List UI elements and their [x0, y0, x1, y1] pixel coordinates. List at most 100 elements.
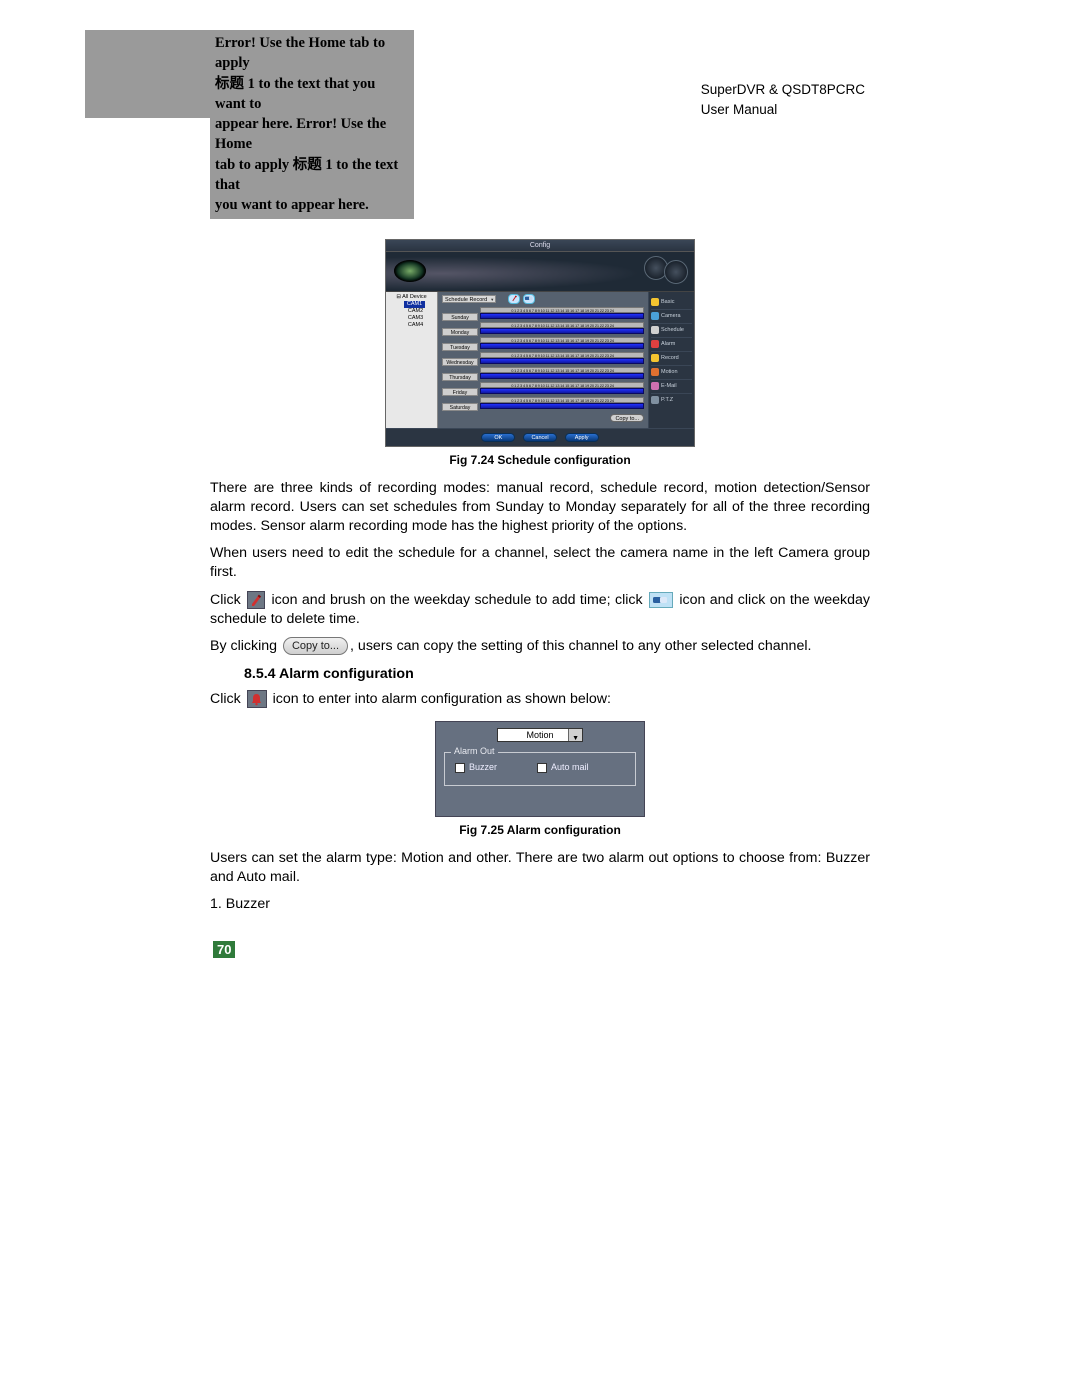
paragraph-recording-modes: There are three kinds of recording modes…: [210, 479, 870, 537]
side-nav-icon: [651, 382, 659, 390]
side-nav-label: Alarm: [661, 341, 675, 347]
tree-root[interactable]: ⊟ All Device: [388, 294, 435, 300]
side-nav-item[interactable]: E-Mail: [651, 379, 692, 393]
side-nav-item[interactable]: Record: [651, 351, 692, 365]
day-label: Thursday: [442, 373, 478, 381]
alarm-type-value: Motion: [526, 730, 553, 740]
day-label: Sunday: [442, 313, 478, 321]
error-placeholder-box: Error! Use the Home tab to apply 标题 1 to…: [210, 30, 414, 219]
day-label: Wednesday: [442, 358, 478, 366]
side-nav-item[interactable]: Basic: [651, 295, 692, 309]
header-left-bar: [85, 30, 210, 118]
day-label: Tuesday: [442, 343, 478, 351]
side-nav-label: P.T.Z: [661, 397, 673, 403]
error-line2-cn: 标题: [215, 76, 244, 92]
figure-alarm-config: Motion ▼ Alarm Out Buzzer Auto mail Fi: [210, 721, 870, 837]
side-nav-item[interactable]: P.T.Z: [651, 393, 692, 407]
error-line3: appear here. Error! Use the Home: [215, 116, 386, 152]
tree-cam3[interactable]: CAM3: [388, 315, 435, 322]
schedule-day-row: 0 1 2 3 4 5 6 7 8 9 10 11 12 13 14 15 16…: [442, 367, 644, 381]
side-nav-item[interactable]: Alarm: [651, 337, 692, 351]
side-nav-icon: [651, 354, 659, 362]
schedule-bar[interactable]: [480, 373, 644, 379]
page-header: Error! Use the Home tab to apply 标题 1 to…: [210, 30, 870, 219]
text-brush: icon and brush on the weekday schedule t…: [272, 592, 647, 608]
header-right: SuperDVR & QSDT8PCRC User Manual: [701, 30, 870, 121]
hours-ruler: 0 1 2 3 4 5 6 7 8 9 10 11 12 13 14 15 16…: [480, 382, 644, 388]
text-copydesc: , users can copy the setting of this cha…: [350, 638, 811, 654]
schedule-config-window: Config ⊟ All Device CAM1 CAM2 CAM3 CAM4: [385, 239, 695, 447]
cancel-button[interactable]: Cancel: [523, 433, 557, 442]
schedule-bar[interactable]: [480, 403, 644, 409]
side-nav-item[interactable]: Motion: [651, 365, 692, 379]
side-nav-icon: [651, 340, 659, 348]
hours-ruler: 0 1 2 3 4 5 6 7 8 9 10 11 12 13 14 15 16…: [480, 322, 644, 328]
ok-button[interactable]: OK: [481, 433, 515, 442]
eraser-icon: [649, 592, 673, 608]
paragraph-alarm-click: Click icon to enter into alarm configura…: [210, 690, 870, 709]
side-nav-icon: [651, 368, 659, 376]
schedule-bar[interactable]: [480, 388, 644, 394]
buzzer-option[interactable]: Buzzer: [455, 762, 497, 773]
copy-to-label: Copy to...: [292, 638, 339, 654]
figure1-caption: Fig 7.24 Schedule configuration: [210, 453, 870, 467]
alarm-icon: [247, 690, 267, 708]
side-nav-item[interactable]: Camera: [651, 309, 692, 323]
paragraph-select-camera: When users need to edit the schedule for…: [210, 544, 870, 582]
automail-option[interactable]: Auto mail: [537, 762, 589, 773]
side-nav-icon: [651, 396, 659, 404]
buzzer-checkbox[interactable]: [455, 763, 465, 773]
alarm-out-legend: Alarm Out: [451, 746, 498, 756]
alarm-type-dropdown[interactable]: Motion ▼: [497, 728, 583, 742]
side-nav-item[interactable]: Schedule: [651, 323, 692, 337]
error-line4a: tab to apply: [215, 157, 293, 173]
record-mode-dropdown[interactable]: Schedule Record: [442, 295, 496, 303]
error-line4-cn: 标题: [293, 157, 322, 173]
schedule-day-row: 0 1 2 3 4 5 6 7 8 9 10 11 12 13 14 15 16…: [442, 307, 644, 321]
alarm-out-group: Alarm Out Buzzer Auto mail: [444, 752, 636, 786]
copy-to-button[interactable]: Copy to...: [610, 414, 644, 422]
window-banner: [386, 252, 694, 292]
side-nav-label: Camera: [661, 313, 681, 319]
add-time-tool-icon[interactable]: [508, 294, 520, 304]
text-click2: Click: [210, 691, 245, 707]
section-heading-alarm: 8.5.4 Alarm configuration: [244, 666, 870, 682]
copy-to-inline-button: Copy to...: [283, 637, 348, 655]
side-nav-label: Record: [661, 355, 679, 361]
apply-button[interactable]: Apply: [565, 433, 599, 442]
automail-checkbox[interactable]: [537, 763, 547, 773]
hours-ruler: 0 1 2 3 4 5 6 7 8 9 10 11 12 13 14 15 16…: [480, 337, 644, 343]
schedule-day-row: 0 1 2 3 4 5 6 7 8 9 10 11 12 13 14 15 16…: [442, 352, 644, 366]
side-nav-icon: [651, 298, 659, 306]
day-label: Monday: [442, 328, 478, 336]
hours-ruler: 0 1 2 3 4 5 6 7 8 9 10 11 12 13 14 15 16…: [480, 397, 644, 403]
schedule-bar[interactable]: [480, 313, 644, 319]
schedule-day-row: 0 1 2 3 4 5 6 7 8 9 10 11 12 13 14 15 16…: [442, 337, 644, 351]
tree-cam1[interactable]: CAM1: [404, 301, 425, 308]
error-line5: you want to appear here.: [215, 197, 369, 213]
erase-time-tool-icon[interactable]: [523, 294, 535, 304]
paragraph-copyto: By clicking Copy to... , users can copy …: [210, 637, 870, 656]
camera-tree[interactable]: ⊟ All Device CAM1 CAM2 CAM3 CAM4: [386, 292, 438, 428]
side-nav-label: Basic: [661, 299, 674, 305]
schedule-panel: Schedule Record 0 1 2 3 4 5 6 7 8 9 10 1…: [438, 292, 648, 428]
day-label: Friday: [442, 388, 478, 396]
schedule-day-row: 0 1 2 3 4 5 6 7 8 9 10 11 12 13 14 15 16…: [442, 397, 644, 411]
tree-cam2[interactable]: CAM2: [388, 308, 435, 315]
figure2-caption: Fig 7.25 Alarm configuration: [210, 823, 870, 837]
schedule-bar[interactable]: [480, 343, 644, 349]
paragraph-brush-instructions: Click icon and brush on the weekday sche…: [210, 591, 870, 629]
day-label: Saturday: [442, 403, 478, 411]
automail-label: Auto mail: [551, 762, 589, 772]
buzzer-label: Buzzer: [469, 762, 497, 772]
tree-cam4[interactable]: CAM4: [388, 322, 435, 329]
eye-icon: [394, 260, 426, 282]
text-click1: Click: [210, 592, 245, 608]
pencil-icon: [247, 591, 265, 609]
page-number: 70: [213, 941, 235, 958]
schedule-bar[interactable]: [480, 328, 644, 334]
schedule-bar[interactable]: [480, 358, 644, 364]
schedule-day-row: 0 1 2 3 4 5 6 7 8 9 10 11 12 13 14 15 16…: [442, 382, 644, 396]
dialog-footer: OK Cancel Apply: [386, 428, 694, 446]
side-nav-label: Motion: [661, 369, 678, 375]
